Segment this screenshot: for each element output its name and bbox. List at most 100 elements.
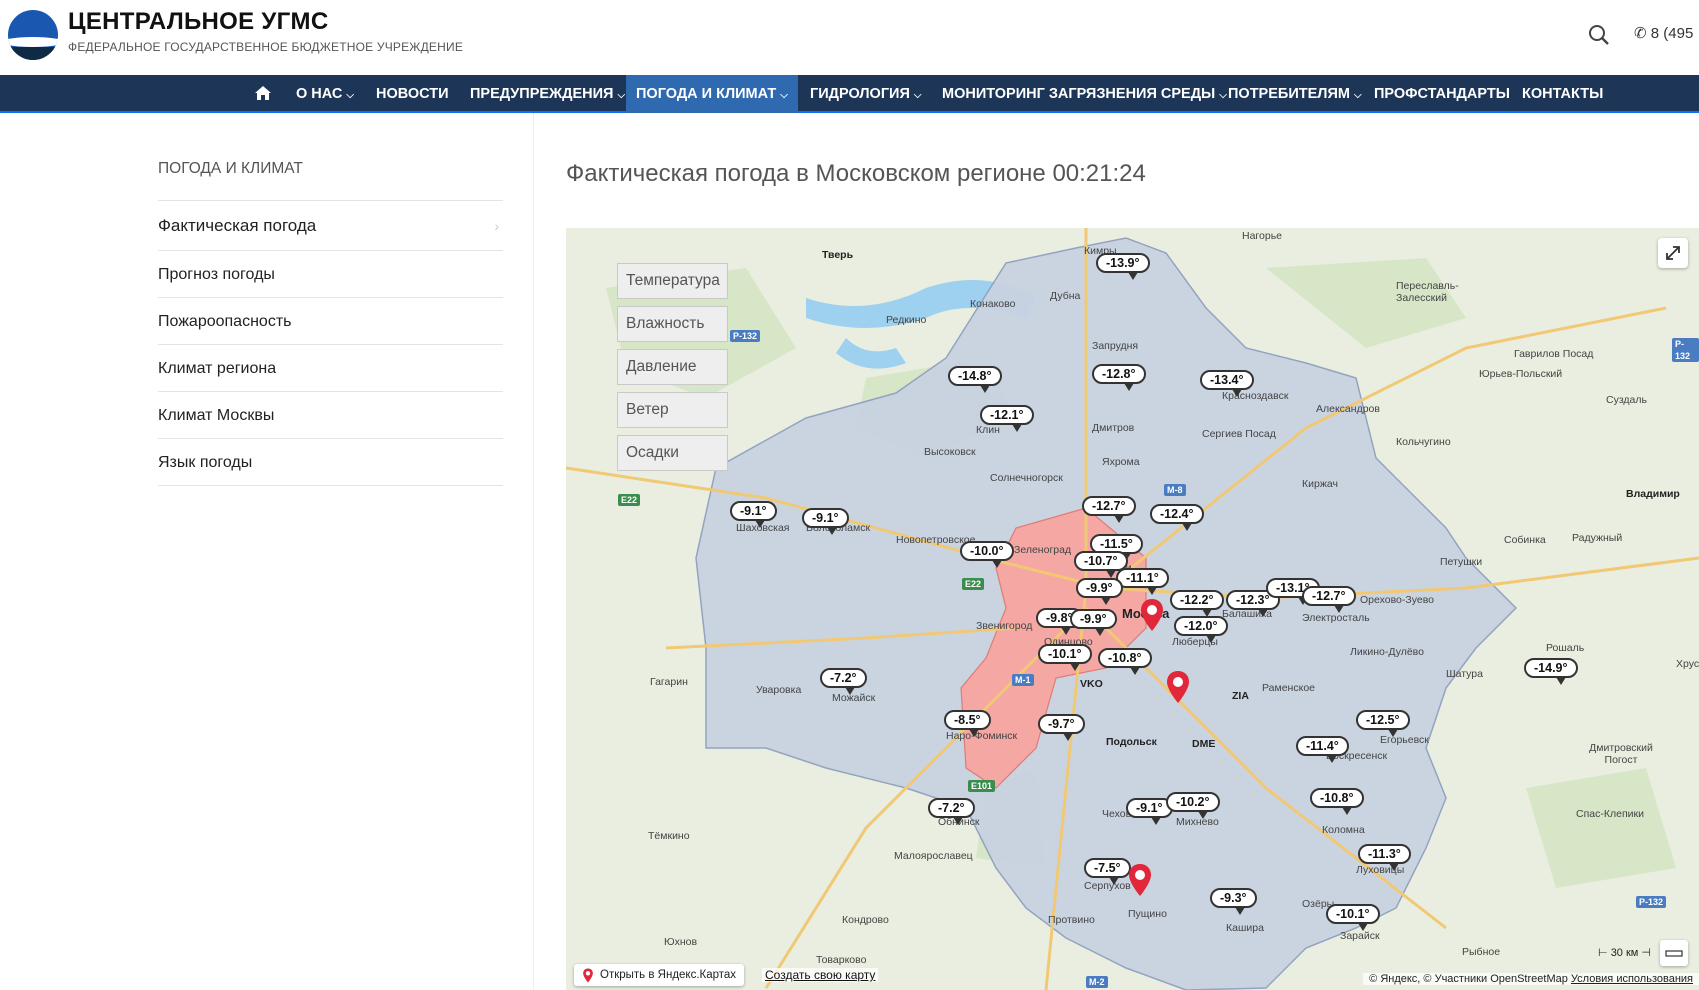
map-label: Рыбное [1462, 946, 1501, 958]
page-title: Фактическая погода в Московском регионе … [566, 160, 1146, 187]
location-pin-icon[interactable] [1128, 863, 1152, 897]
temperature-marker[interactable]: -14.9° [1524, 658, 1578, 685]
fullscreen-icon [1666, 246, 1680, 260]
sidebar-item-forecast[interactable]: Прогноз погоды [158, 251, 503, 298]
temperature-marker[interactable]: -9.9° [1076, 578, 1123, 605]
map-label: Высоковск [924, 446, 976, 458]
filter-humidity-button[interactable]: Влажность [617, 306, 728, 342]
chevron-down-icon: ⌵ [346, 90, 354, 101]
location-pin-icon [583, 968, 593, 983]
location-pin-icon[interactable] [1140, 598, 1164, 632]
site-subtitle: ФЕДЕРАЛЬНОЕ ГОСУДАРСТВЕННОЕ БЮДЖЕТНОЕ УЧ… [68, 40, 464, 54]
ruler-button[interactable] [1660, 940, 1688, 966]
temperature-marker[interactable]: -10.1° [1326, 904, 1380, 931]
map-label: Собинка [1504, 534, 1546, 546]
temperature-marker[interactable]: -12.7° [1082, 496, 1136, 523]
create-map-link[interactable]: Создать свою карту [762, 968, 879, 982]
temperature-marker[interactable]: -9.3° [1210, 888, 1257, 915]
road-shield: E22 [618, 494, 641, 506]
nav-item-standards[interactable]: ПРОФСТАНДАРТЫ [1364, 75, 1520, 113]
sidebar-title: ПОГОДА И КЛИМАТ [158, 160, 303, 177]
temperature-marker[interactable]: -14.8° [948, 366, 1002, 393]
nav-item-contacts[interactable]: КОНТАКТЫ [1512, 75, 1613, 113]
map-label: Переславль-Залесский [1396, 280, 1459, 304]
terms-link[interactable]: Условия использования [1571, 973, 1693, 985]
nav-item-consumers[interactable]: ПОТРЕБИТЕЛЯМ ⌵ [1218, 75, 1372, 113]
temperature-marker[interactable]: -13.4° [1200, 370, 1254, 397]
map-label: Малоярославец [894, 850, 973, 862]
map-label: Орехово-Зуево [1360, 594, 1434, 606]
temperature-marker[interactable]: -9.7° [1038, 714, 1085, 741]
temperature-marker[interactable]: -12.0° [1174, 616, 1228, 643]
filter-pressure-button[interactable]: Давление [617, 349, 728, 385]
filter-wind-button[interactable]: Ветер [617, 392, 728, 428]
search-icon[interactable] [1588, 24, 1610, 46]
site-title[interactable]: ЦЕНТРАЛЬНОЕ УГМС [68, 8, 328, 36]
temperature-marker[interactable]: -7.2° [928, 798, 975, 825]
sidebar-item-weather-language[interactable]: Язык погоды [158, 439, 503, 486]
temperature-marker[interactable]: -12.2° [1170, 590, 1224, 617]
temperature-marker[interactable]: -10.8° [1098, 648, 1152, 675]
temperature-marker[interactable]: -9.1° [730, 501, 777, 528]
temperature-marker[interactable]: -9.9° [1070, 609, 1117, 636]
chevron-down-icon: ⌵ [913, 90, 922, 101]
temperature-marker[interactable]: -9.1° [802, 508, 849, 535]
map-label: Тверь [822, 249, 854, 261]
map-label: Петушки [1440, 556, 1483, 568]
open-in-yandex-button[interactable]: Открыть в Яндекс.Картах [574, 964, 745, 986]
filter-temperature-button[interactable]: Температура [617, 263, 728, 299]
fullscreen-button[interactable] [1658, 238, 1688, 268]
sidebar-item-moscow-climate[interactable]: Климат Москвы [158, 392, 503, 439]
temperature-marker[interactable]: -12.7° [1302, 586, 1356, 613]
map-label: Запрудня [1092, 340, 1139, 352]
temperature-marker[interactable]: -11.4° [1296, 736, 1349, 763]
temperature-marker[interactable]: -10.7° [1074, 551, 1128, 578]
temperature-marker[interactable]: -12.5° [1356, 710, 1410, 737]
map-label: Хрус [1676, 658, 1699, 670]
temperature-marker[interactable]: -12.4° [1150, 504, 1204, 531]
nav-item-news[interactable]: НОВОСТИ [366, 75, 459, 113]
sidebar-item-regional-climate[interactable]: Климат региона [158, 345, 503, 392]
location-pin-icon[interactable] [1166, 670, 1190, 704]
temperature-marker[interactable]: -11.1° [1116, 568, 1169, 595]
nav-item-pollution[interactable]: МОНИТОРИНГ ЗАГРЯЗНЕНИЯ СРЕДЫ ⌵ [932, 75, 1237, 113]
sidebar-item-fire-danger[interactable]: Пожароопасность [158, 298, 503, 345]
map-label: Зарайск [1340, 930, 1380, 942]
map-label: Конаково [970, 298, 1016, 310]
phone-link[interactable]: ✆ 8 (495 [1634, 24, 1693, 42]
temperature-marker[interactable]: -11.3° [1358, 844, 1411, 871]
home-icon[interactable] [254, 85, 272, 101]
nav-item-warnings[interactable]: ПРЕДУПРЕЖДЕНИЯ ⌵ [460, 75, 635, 113]
temperature-marker[interactable]: -10.0° [960, 541, 1014, 568]
map-label: Александров [1316, 403, 1380, 415]
logo-icon[interactable] [8, 10, 58, 60]
nav-item-weather-climate[interactable]: ПОГОДА И КЛИМАТ ⌵ [626, 75, 798, 113]
map-label: Тёмкино [648, 830, 690, 842]
temperature-marker[interactable]: -7.5° [1084, 858, 1131, 885]
road-shield: P-132 [1636, 896, 1667, 908]
map-label: Яхрома [1102, 456, 1140, 468]
map-scale: ⊢ 30 км ⊣ [1598, 947, 1651, 959]
map-label: Спас-Клепики [1576, 808, 1644, 820]
temperature-marker[interactable]: -12.8° [1092, 364, 1146, 391]
road-shield: M-1 [1012, 674, 1034, 686]
nav-item-about[interactable]: О НАС ⌵ [286, 75, 364, 113]
temperature-marker[interactable]: -13.9° [1096, 253, 1150, 280]
temperature-marker[interactable]: -8.5° [944, 710, 991, 737]
sidebar-item-actual-weather[interactable]: Фактическая погода › [158, 201, 503, 251]
temperature-marker[interactable]: -10.8° [1310, 788, 1364, 815]
filter-precipitation-button[interactable]: Осадки [617, 435, 728, 471]
map-label: Подольск [1106, 736, 1157, 748]
weather-map[interactable]: Температура Влажность Давление Ветер Оса… [566, 228, 1699, 990]
temperature-marker[interactable]: -7.2° [820, 668, 867, 695]
nav-item-hydrology[interactable]: ГИДРОЛОГИЯ ⌵ [800, 75, 931, 113]
road-shield: E101 [968, 780, 996, 792]
map-label: Гаврилов Посад [1514, 348, 1594, 360]
map-label: Суздаль [1606, 394, 1647, 406]
phone-icon: ✆ [1634, 25, 1647, 42]
map-label: Звенигород [976, 620, 1033, 632]
temperature-marker[interactable]: -10.2° [1166, 792, 1220, 819]
temperature-marker[interactable]: -10.1° [1038, 644, 1092, 671]
temperature-marker[interactable]: -12.1° [980, 405, 1034, 432]
map-label: Сергиев Посад [1202, 428, 1276, 440]
